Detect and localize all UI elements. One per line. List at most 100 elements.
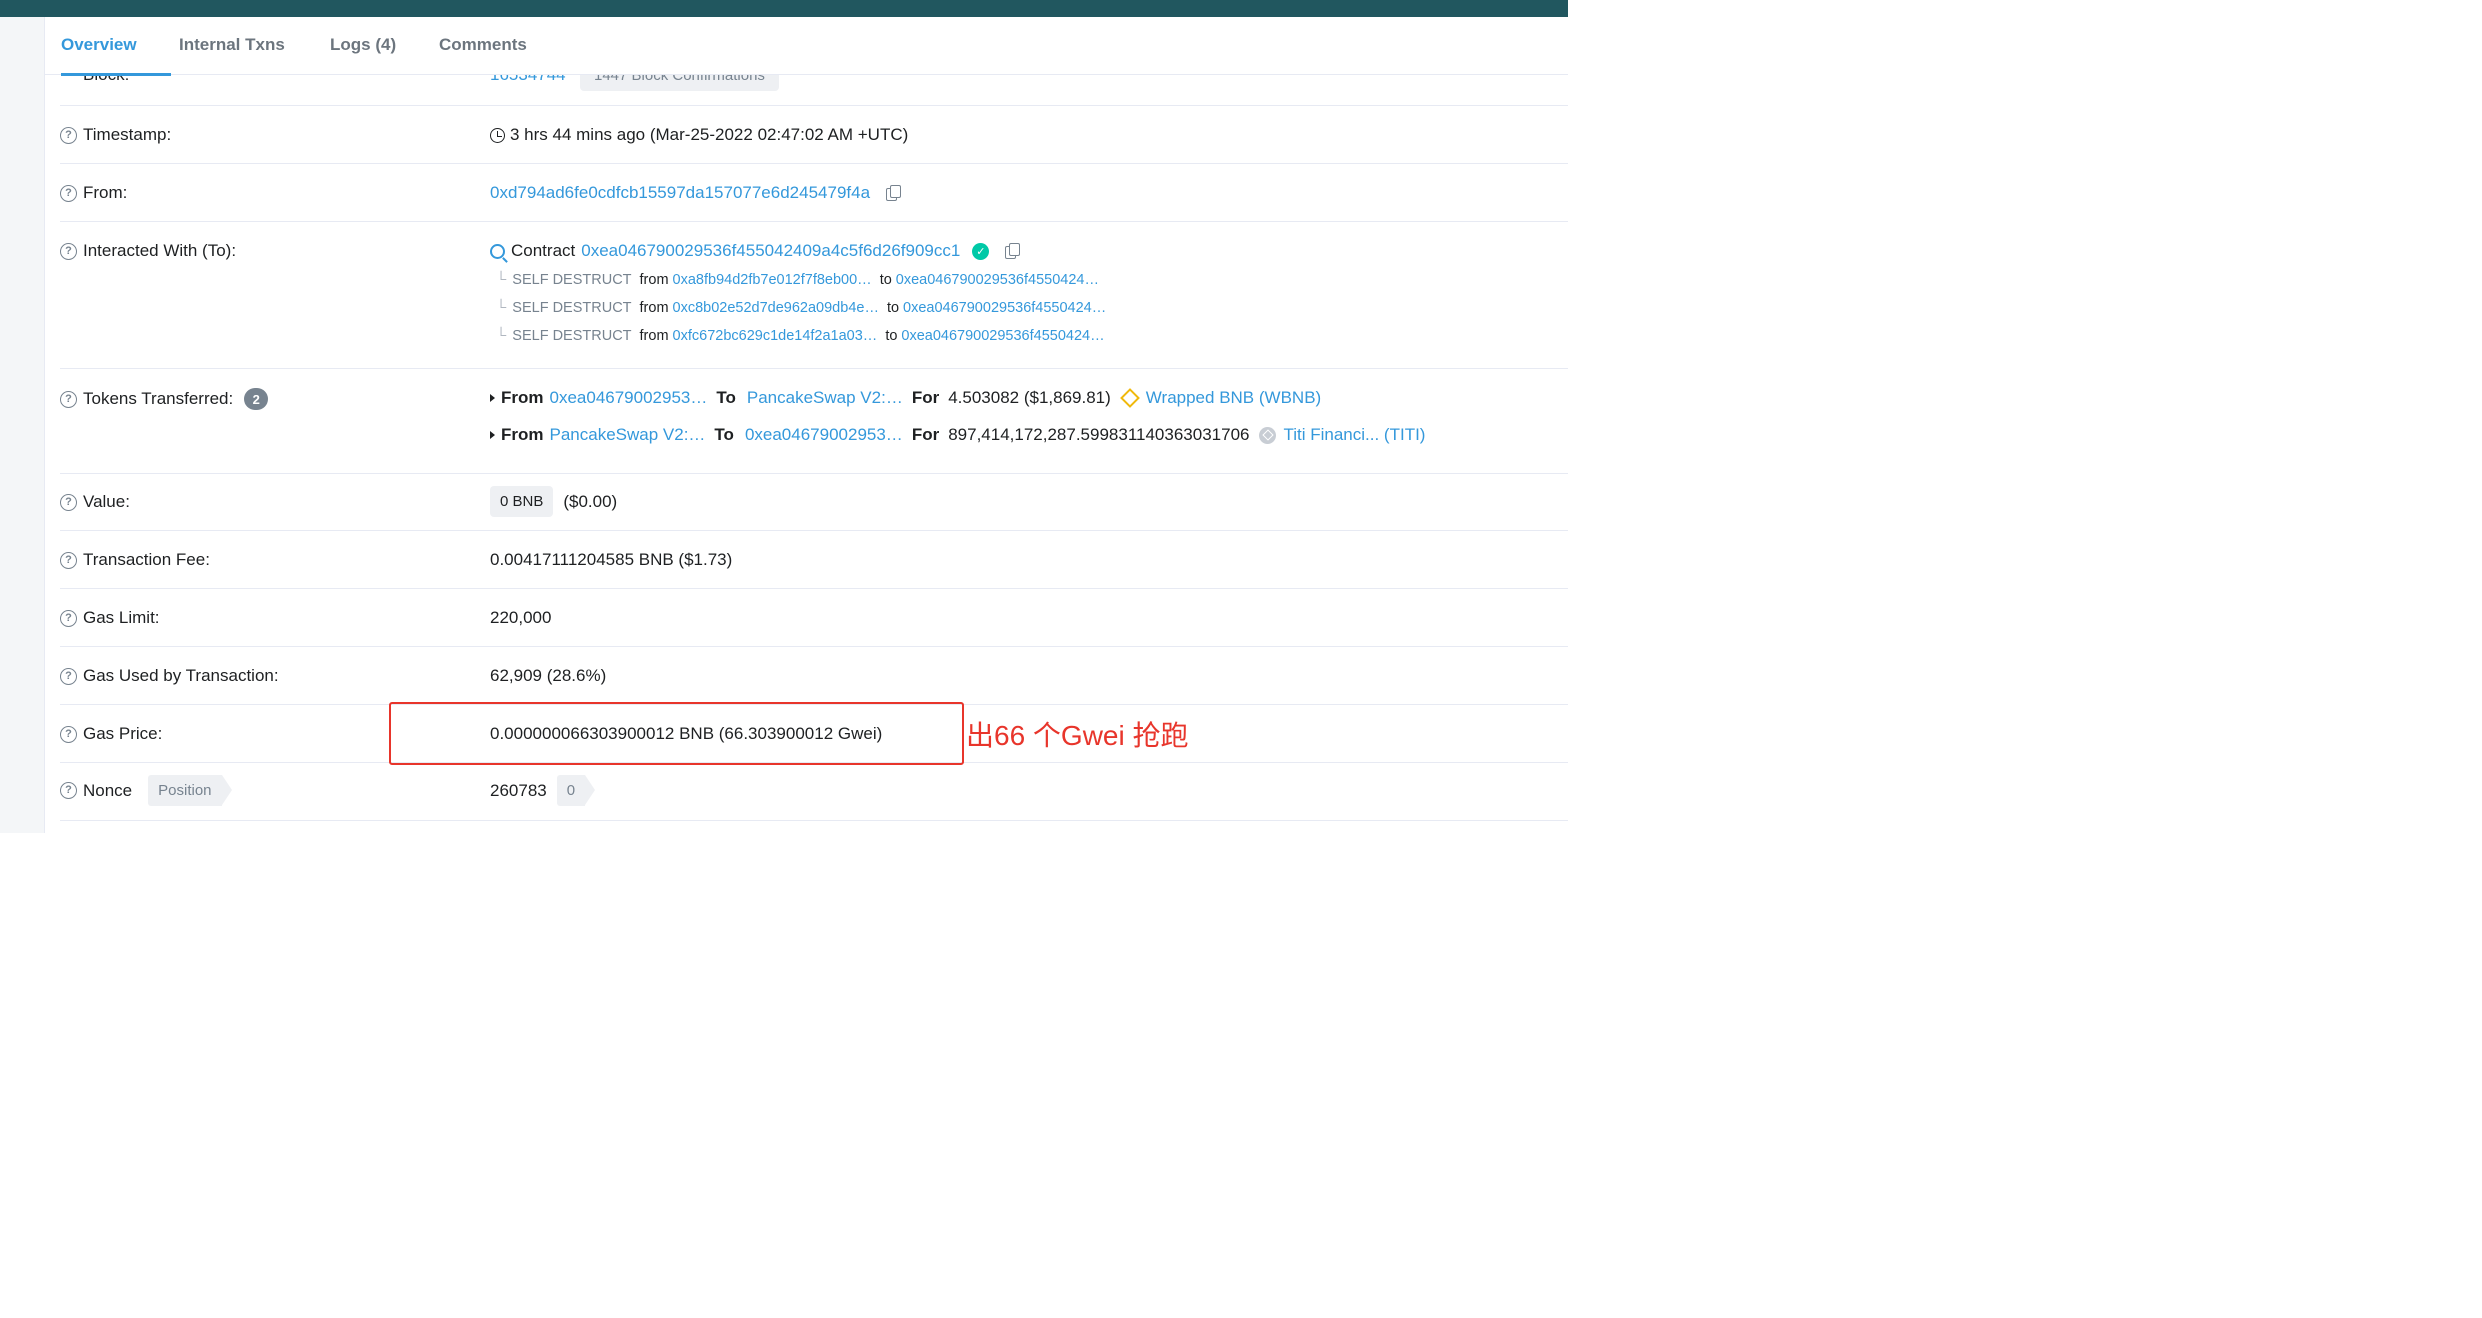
value-value-group: 0 BNB ($0.00)	[490, 486, 617, 517]
help-icon[interactable]: ?	[60, 609, 77, 627]
for-word: For	[911, 388, 940, 407]
tab-comments[interactable]: Comments	[439, 17, 527, 75]
gas-price-label-group: ? Gas Price:	[60, 724, 162, 744]
value-label: Value:	[83, 492, 130, 511]
timestamp-value-group: 3 hrs 44 mins ago (Mar-25-2022 02:47:02 …	[490, 125, 908, 145]
to-word: To	[714, 425, 734, 444]
from-label: From:	[83, 183, 128, 202]
self-destruct-from-link[interactable]: 0xc8b02e52d7de962a09db4e…	[673, 300, 879, 316]
to-word: To	[716, 388, 736, 407]
from-word: From	[501, 388, 544, 407]
caret-right-icon[interactable]	[490, 394, 495, 402]
tokens-count-badge: 2	[244, 388, 269, 410]
transfer-amount: 4.503082 ($1,869.81)	[948, 388, 1111, 407]
transfer-from-link[interactable]: PancakeSwap V2:…	[550, 425, 706, 445]
transfer-from-link[interactable]: 0xea04679002953…	[550, 388, 708, 408]
verified-check-icon: ✓	[972, 242, 990, 260]
token-transfer-row: From PancakeSwap V2:… To 0xea04679002953…	[490, 425, 1425, 445]
interacted-label: Interacted With (To):	[83, 241, 237, 260]
contract-search-icon	[490, 243, 505, 259]
timestamp-label-group: ? Timestamp:	[60, 125, 171, 145]
help-icon[interactable]: ?	[60, 493, 77, 511]
gas-limit-label: Gas Limit:	[83, 608, 160, 627]
copy-icon[interactable]	[1005, 243, 1021, 259]
gas-used-value-group: 62,909 (28.6%)	[490, 666, 606, 686]
nonce-value-group: 260783 0	[490, 775, 596, 806]
value-label-group: ? Value:	[60, 492, 130, 512]
divider	[60, 473, 1568, 474]
from-word: from	[639, 300, 669, 316]
titi-token-icon	[1259, 426, 1277, 444]
help-icon[interactable]: ?	[60, 667, 77, 685]
from-label-group: ? From:	[60, 183, 127, 203]
to-word: to	[879, 272, 892, 288]
copy-icon[interactable]	[886, 185, 902, 201]
gas-used-label-group: ? Gas Used by Transaction:	[60, 666, 279, 686]
token-link[interactable]: Wrapped BNB (WBNB)	[1146, 388, 1321, 408]
help-icon[interactable]: ?	[60, 126, 77, 144]
divider	[60, 588, 1568, 589]
self-destruct-line: └ SELF DESTRUCT from 0xa8fb94d2fb7e012f7…	[490, 272, 1099, 288]
divider	[60, 105, 1568, 106]
self-destruct-type: SELF DESTRUCT	[512, 300, 632, 316]
gas-limit-value-group: 220,000	[490, 608, 551, 628]
from-word: from	[639, 328, 669, 344]
fee-label: Transaction Fee:	[83, 550, 210, 569]
left-gutter	[0, 17, 45, 833]
from-word: From	[501, 425, 544, 444]
gas-used-value: 62,909 (28.6%)	[490, 666, 607, 685]
transfer-amount: 897,414,172,287.599831140363031706	[948, 425, 1250, 444]
gas-used-label: Gas Used by Transaction:	[83, 666, 279, 685]
contract-address-link[interactable]: 0xea046790029536f455042409a4c5f6d26f909c…	[581, 241, 960, 261]
token-transfer-row: From 0xea04679002953… To PancakeSwap V2:…	[490, 388, 1321, 408]
self-destruct-to-link[interactable]: 0xea046790029536f4550424…	[903, 300, 1106, 316]
nonce-value: 260783	[490, 781, 547, 800]
to-word: to	[885, 328, 898, 344]
tokens-label: Tokens Transferred:	[83, 389, 234, 408]
tab-internal-txns[interactable]: Internal Txns	[179, 17, 285, 75]
value-usd: ($0.00)	[563, 491, 618, 511]
tokens-label-group: ? Tokens Transferred: 2	[60, 388, 269, 410]
gas-price-annotation: 出66 个Gwei 抢跑	[966, 720, 1189, 751]
interacted-label-group: ? Interacted With (To):	[60, 241, 236, 261]
divider	[60, 368, 1568, 369]
from-value-group: 0xd794ad6fe0cdfcb15597da157077e6d245479f…	[490, 183, 902, 203]
divider	[60, 221, 1568, 222]
self-destruct-to-link[interactable]: 0xea046790029536f4550424…	[901, 328, 1104, 344]
caret-right-icon[interactable]	[490, 431, 495, 439]
tab-overview[interactable]: Overview	[61, 17, 171, 76]
tab-overview-label: Overview	[61, 35, 137, 54]
divider	[60, 820, 1568, 821]
from-address-link[interactable]: 0xd794ad6fe0cdfcb15597da157077e6d245479f…	[490, 183, 870, 203]
contract-prefix: Contract	[511, 241, 576, 260]
transfer-to-link[interactable]: PancakeSwap V2:…	[747, 388, 903, 408]
self-destruct-from-link[interactable]: 0xa8fb94d2fb7e012f7f8eb00…	[673, 272, 872, 288]
branch-glyph: └	[496, 272, 507, 288]
divider	[60, 646, 1568, 647]
block-number-link[interactable]: 16534744	[490, 75, 566, 93]
timestamp-label: Timestamp:	[83, 125, 172, 144]
timestamp-value: 3 hrs 44 mins ago (Mar-25-2022 02:47:02 …	[510, 125, 909, 144]
self-destruct-line: └ SELF DESTRUCT from 0xc8b02e52d7de962a0…	[490, 300, 1106, 316]
help-icon[interactable]: ?	[60, 242, 77, 260]
help-icon[interactable]: ?	[60, 184, 77, 202]
fee-value: 0.00417111204585 BNB ($1.73)	[490, 550, 733, 569]
from-word: from	[639, 272, 669, 288]
tab-internal-txns-label: Internal Txns	[179, 35, 285, 54]
help-icon[interactable]: ?	[60, 551, 77, 569]
token-link[interactable]: Titi Financi... (TITI)	[1283, 425, 1425, 445]
help-icon[interactable]: ?	[60, 782, 77, 799]
self-destruct-line: └ SELF DESTRUCT from 0xfc672bc629c1de14f…	[490, 328, 1105, 344]
branch-glyph: └	[496, 300, 507, 316]
help-icon[interactable]: ?	[60, 725, 77, 743]
self-destruct-to-link[interactable]: 0xea046790029536f4550424…	[896, 272, 1099, 288]
transfer-to-link[interactable]: 0xea04679002953…	[745, 425, 903, 445]
gas-price-label: Gas Price:	[83, 724, 163, 743]
bnb-token-icon	[1119, 388, 1140, 408]
self-destruct-from-link[interactable]: 0xfc672bc629c1de14f2a1a03…	[673, 328, 878, 344]
tab-bar: Overview Internal Txns Logs (4) Comments	[45, 17, 1568, 76]
browser-top-bar	[0, 0, 1568, 17]
tab-logs[interactable]: Logs (4)	[330, 17, 396, 75]
gas-limit-value: 220,000	[490, 608, 552, 627]
help-icon[interactable]: ?	[60, 390, 77, 408]
